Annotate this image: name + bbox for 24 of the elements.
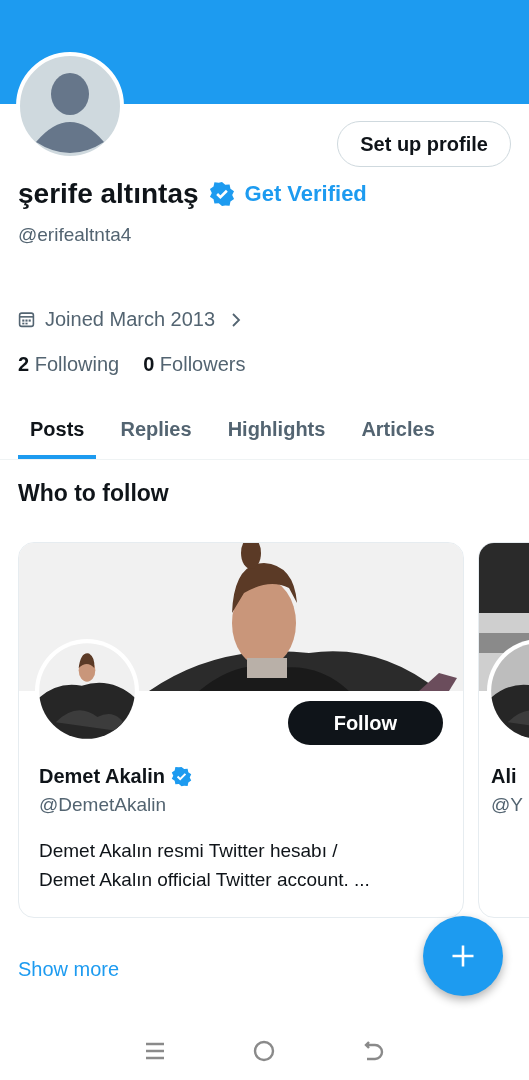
account-bio: Demet Akalın resmi Twitter hesabı / Demet Akalın official Twitter account. ...	[39, 839, 371, 892]
account-handle: @DemetAkalin	[39, 794, 167, 816]
section-title: Who to follow	[17, 479, 170, 507]
follow-button[interactable]: Follow	[287, 701, 443, 745]
menu-icon[interactable]	[143, 1040, 166, 1062]
profile-tab[interactable]: Articles	[361, 414, 435, 459]
chevron-right-icon[interactable]	[231, 311, 242, 328]
account-name: Ali	[491, 765, 517, 788]
back-icon[interactable]	[363, 1040, 386, 1062]
set-up-profile-button[interactable]: Set up profile	[337, 121, 511, 167]
profile-tab[interactable]: Highlights	[227, 414, 326, 459]
suggestion-card[interactable]: Ali @Y	[478, 542, 529, 918]
followers-link[interactable]: 0 Followers	[143, 353, 246, 376]
profile-name: şerife altıntaş	[18, 178, 199, 210]
account-handle: @Y	[491, 794, 524, 816]
profile-tab[interactable]: Replies	[120, 414, 192, 459]
profile-handle: @erifealtnta4	[18, 224, 133, 246]
joined-date: Joined March 2013	[45, 308, 216, 331]
compose-button[interactable]	[423, 916, 503, 996]
profile-tab[interactable]: Posts	[18, 414, 97, 459]
account-name: Demet Akalin	[39, 765, 165, 788]
home-icon[interactable]	[253, 1040, 276, 1062]
following-link[interactable]: 2 Following	[18, 353, 120, 376]
calendar-icon	[18, 311, 35, 328]
